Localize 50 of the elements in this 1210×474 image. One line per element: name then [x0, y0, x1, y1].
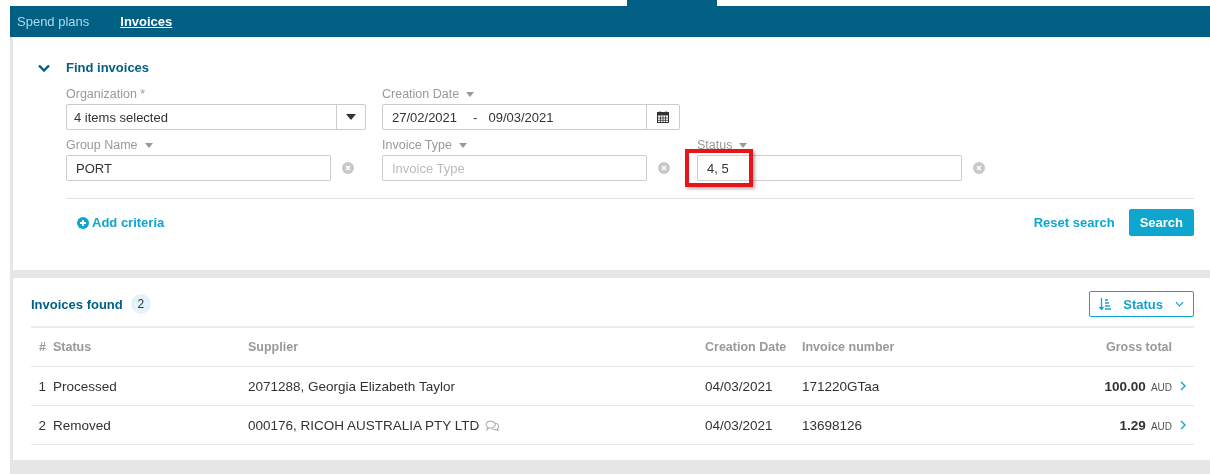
count-badge: 2 — [130, 294, 151, 314]
section-title: Find invoices — [66, 60, 150, 75]
table-cell-text: 2 — [37, 417, 47, 433]
plus-circle-icon — [77, 216, 89, 229]
table-cell-text: 04/03/2021 — [705, 417, 774, 433]
field-label: Group Name — [66, 138, 138, 152]
caret-icon — [466, 91, 475, 97]
table-cell: 2071288, Georgia Elizabeth Taylor — [248, 378, 455, 394]
field-label: Invoice Type — [382, 138, 452, 152]
criteria-input[interactable]: 4, 5 — [697, 155, 962, 181]
table-cell-text: 04/03/2021 — [705, 378, 774, 394]
organization-select[interactable]: 4 items selected — [66, 104, 366, 130]
column-header: Supplier — [248, 340, 299, 354]
calendar-icon — [657, 111, 669, 123]
column-header: Creation Date — [705, 340, 788, 354]
table-cell-text: 1 — [37, 378, 47, 394]
field-label: Status — [697, 138, 733, 152]
table-cell: 000176, RICOH AUSTRALIA PTY LTD — [248, 417, 480, 433]
criteria-input[interactable]: PORT — [66, 155, 331, 181]
clear-icon[interactable] — [658, 162, 670, 174]
column-header: # — [38, 340, 47, 354]
nav-tab[interactable]: Invoices — [120, 14, 173, 29]
field-label: Creation Date — [382, 87, 460, 101]
field-label: Organization * — [66, 87, 147, 101]
caret-icon — [739, 142, 748, 148]
nav-tab[interactable]: Spend plans — [17, 14, 90, 29]
chevron-down-icon[interactable] — [38, 63, 50, 72]
caret-icon — [346, 114, 356, 120]
caret-icon — [144, 142, 153, 148]
date-range-field[interactable]: 27/02/2021 - 09/03/2021 — [382, 104, 680, 130]
section-title: Invoices found — [31, 296, 123, 312]
currency-label: AUD — [1150, 381, 1172, 393]
chevron-right-icon[interactable] — [1180, 420, 1186, 430]
table-cell-text: 13698126 — [802, 417, 864, 433]
column-header: Status — [53, 340, 93, 354]
chevron-right-icon[interactable] — [1180, 381, 1186, 391]
column-header: Invoice number — [802, 340, 896, 354]
clear-icon[interactable] — [342, 162, 354, 174]
table-cell-text: Removed — [53, 417, 112, 433]
sort-icon — [1099, 298, 1112, 310]
criteria-input[interactable]: Invoice Type — [382, 155, 647, 181]
chevron-down-icon — [1175, 301, 1184, 307]
caret-icon — [458, 142, 467, 148]
amount: 1.29 — [1119, 417, 1146, 433]
clear-icon[interactable] — [973, 162, 985, 174]
table-cell-text: 171220GTaa — [802, 378, 881, 394]
table-cell-text: Processed — [53, 378, 118, 394]
amount: 100.00 — [1104, 378, 1146, 394]
currency-label: AUD — [1150, 420, 1172, 432]
column-header: Gross total — [1105, 340, 1172, 354]
